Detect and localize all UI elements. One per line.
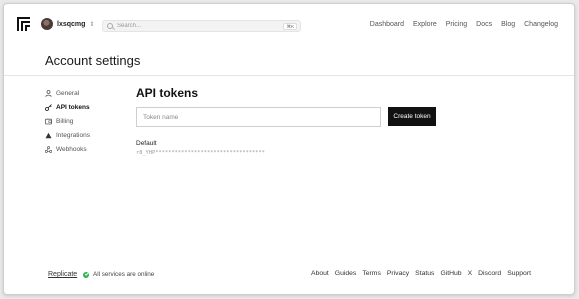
- sidebar-item-api-tokens[interactable]: API tokens: [45, 100, 90, 114]
- key-icon: [45, 103, 52, 111]
- footer-link-support[interactable]: Support: [507, 270, 531, 277]
- sidebar-item-label: Integrations: [56, 131, 90, 139]
- triangle-icon: [45, 132, 52, 138]
- footer-brand-link[interactable]: Replicate: [48, 271, 77, 278]
- search-box[interactable]: ⌘K: [102, 20, 301, 32]
- footer-link-guides[interactable]: Guides: [335, 270, 357, 277]
- footer-link-status[interactable]: Status: [415, 270, 434, 277]
- sidebar-item-general[interactable]: General: [45, 86, 90, 100]
- wallet-icon: [45, 118, 52, 124]
- replicate-logo-icon[interactable]: [17, 17, 30, 31]
- top-nav: lxsqcmg ⇕ ⌘K Dashboard Explore Pricing D…: [4, 4, 574, 42]
- sidebar-item-integrations[interactable]: Integrations: [45, 128, 90, 142]
- page-title: Account settings: [45, 53, 141, 68]
- footer-links: About Guides Terms Privacy Status GitHub…: [311, 270, 531, 277]
- nav-link-docs[interactable]: Docs: [476, 21, 492, 28]
- sidebar-item-label: Webhooks: [56, 145, 87, 153]
- section-title: API tokens: [136, 86, 199, 100]
- service-status[interactable]: All services are online: [83, 271, 154, 278]
- token-name-input[interactable]: [136, 107, 381, 127]
- footer-link-privacy[interactable]: Privacy: [387, 270, 409, 277]
- nav-link-changelog[interactable]: Changelog: [524, 21, 558, 28]
- nav-link-dashboard[interactable]: Dashboard: [370, 21, 404, 28]
- sidebar-item-label: Billing: [56, 117, 74, 125]
- footer-link-about[interactable]: About: [311, 270, 329, 277]
- search-shortcut-badge: ⌘K: [283, 23, 297, 30]
- footer-link-terms[interactable]: Terms: [362, 270, 381, 277]
- footer-link-github[interactable]: GitHub: [440, 270, 461, 277]
- user-icon: [45, 89, 52, 97]
- sidebar-item-label: General: [56, 89, 80, 97]
- sidebar-item-billing[interactable]: Billing: [45, 114, 90, 128]
- nav-link-explore[interactable]: Explore: [413, 21, 437, 28]
- search-icon: [107, 23, 113, 29]
- nav-links: Dashboard Explore Pricing Docs Blog Chan…: [370, 21, 558, 28]
- token-value[interactable]: r8_YHP**********************************: [136, 150, 265, 156]
- sidebar-item-label: API tokens: [56, 103, 90, 111]
- footer-link-discord[interactable]: Discord: [478, 270, 501, 277]
- nav-link-pricing[interactable]: Pricing: [446, 21, 467, 28]
- header-divider: [4, 75, 574, 76]
- search-input[interactable]: [117, 23, 277, 29]
- account-switcher[interactable]: lxsqcmg ⇕: [41, 17, 94, 31]
- status-check-icon: [83, 271, 89, 278]
- create-token-button[interactable]: Create token: [388, 107, 436, 126]
- avatar: [41, 18, 53, 30]
- footer-link-x[interactable]: X: [468, 270, 473, 277]
- username: lxsqcmg: [57, 20, 86, 28]
- status-text: All services are online: [93, 271, 155, 278]
- nav-link-blog[interactable]: Blog: [501, 21, 515, 28]
- app-window: lxsqcmg ⇕ ⌘K Dashboard Explore Pricing D…: [3, 3, 575, 295]
- chevron-updown-icon: ⇕: [89, 21, 95, 28]
- token-name: Default: [136, 140, 157, 147]
- sidebar-item-webhooks[interactable]: Webhooks: [45, 142, 90, 156]
- webhook-icon: [45, 145, 52, 153]
- settings-sidebar: General API tokens Billing Integrations: [45, 86, 90, 156]
